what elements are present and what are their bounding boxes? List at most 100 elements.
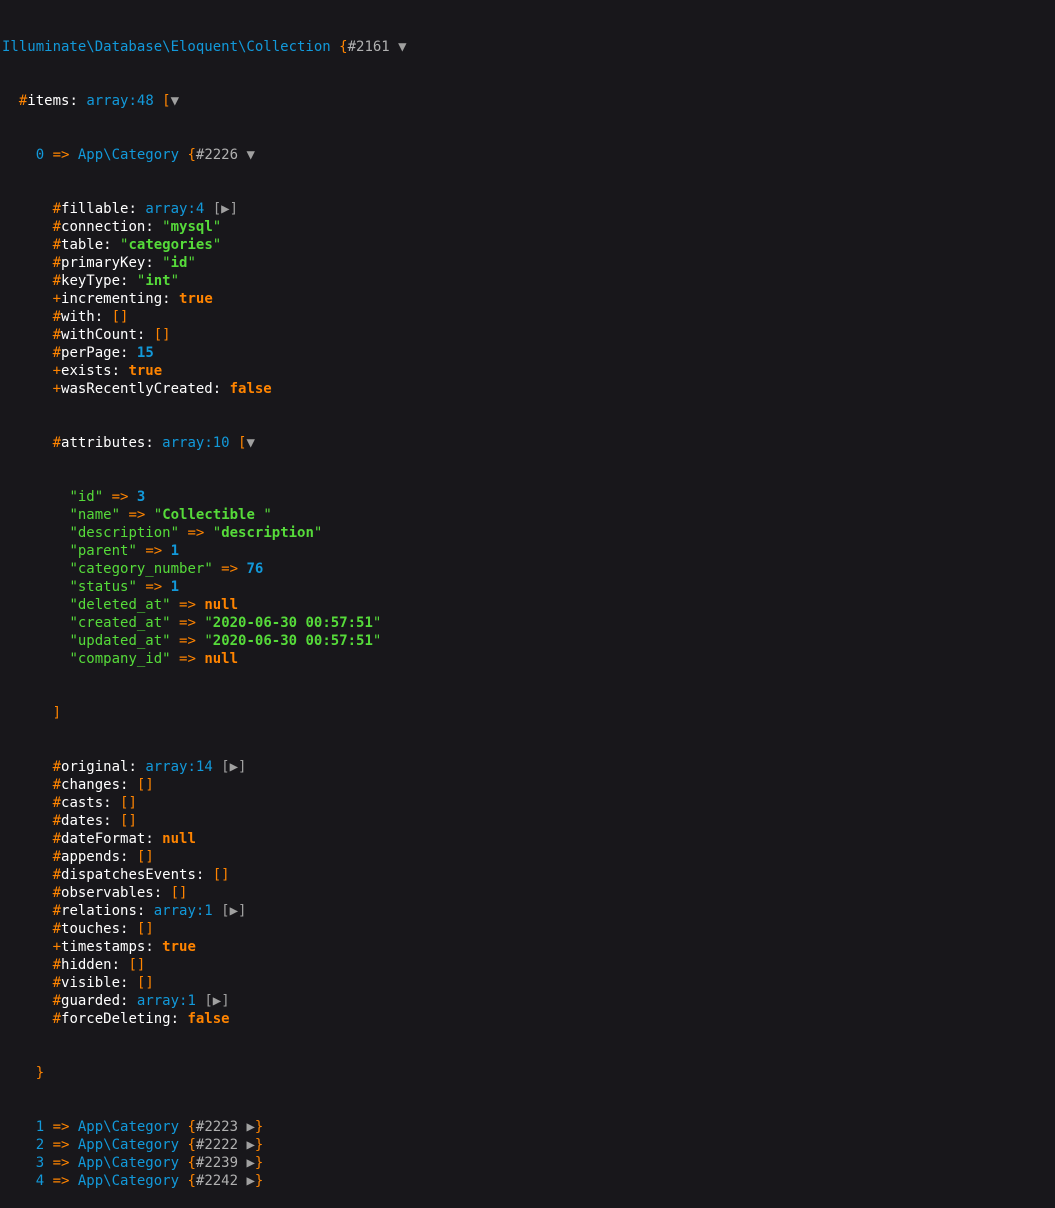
- attribute-key: company_id: [77, 651, 163, 667]
- property-timestamps: +timestamps: true: [52, 939, 196, 955]
- property-fillable-expand-toggle[interactable]: [▶]: [204, 201, 238, 217]
- property-name: with: [61, 309, 95, 325]
- attributes-entries: "id" => 3 "name" => "Collectible " "desc…: [2, 488, 407, 668]
- item-expand-toggle[interactable]: ▶: [238, 1119, 254, 1135]
- item-ref: #2239: [195, 1155, 239, 1171]
- collection-header: Illuminate\Database\Eloquent\Collection …: [2, 39, 407, 55]
- property-name: visible: [61, 975, 121, 991]
- attributes-collapse-toggle[interactable]: ▼: [246, 435, 254, 451]
- property-name: timestamps: [61, 939, 146, 955]
- item-class: App\Category: [77, 1155, 180, 1171]
- attribute-key: parent: [77, 543, 129, 559]
- attribute-status: "status" => 1: [69, 579, 180, 595]
- property-name: incrementing: [61, 291, 163, 307]
- item-ref: #2223: [195, 1119, 239, 1135]
- attribute-key: description: [77, 525, 171, 541]
- property-name: fillable: [61, 201, 129, 217]
- property-with-value: []: [111, 309, 129, 325]
- attribute-key: updated_at: [77, 633, 163, 649]
- property-fillable-type: array:4: [145, 201, 205, 217]
- item-expand-toggle[interactable]: ▶: [238, 1137, 254, 1153]
- attributes-type: array:10: [162, 435, 230, 451]
- property-relations-expand-toggle[interactable]: [▶]: [213, 903, 246, 919]
- attribute-deleted_at-value: null: [204, 597, 239, 613]
- property-name: observables: [61, 885, 154, 901]
- property-perPage: #perPage: 15: [52, 345, 154, 361]
- item-index: 4: [35, 1173, 45, 1189]
- property-changes: #changes: []: [52, 777, 154, 793]
- property-dates: #dates: []: [52, 813, 137, 829]
- model-properties-bottom: #original: array:14 [▶] #changes: [] #ca…: [2, 758, 407, 1028]
- collection-collapse-toggle[interactable]: ▼: [390, 39, 406, 55]
- collapsed-item-3: 3 => App\Category {#2239 ▶}: [35, 1155, 264, 1171]
- property-name: keyType: [61, 273, 121, 289]
- item-0-class: App\Category: [77, 147, 180, 163]
- property-name: withCount: [61, 327, 137, 343]
- property-hidden-value: []: [128, 957, 146, 973]
- attribute-parent: "parent" => 1: [69, 543, 180, 559]
- property-guarded-expand-toggle[interactable]: [▶]: [196, 993, 229, 1009]
- property-table: #table: "categories": [52, 237, 222, 253]
- items-collapse-toggle[interactable]: ▼: [171, 93, 179, 109]
- property-name: table: [61, 237, 104, 253]
- item-expand-toggle[interactable]: ▶: [238, 1155, 254, 1171]
- property-name: connection: [61, 219, 146, 235]
- attribute-description: "description" => "description": [69, 525, 323, 541]
- property-relations-type: array:1: [153, 903, 213, 919]
- property-name: casts: [61, 795, 104, 811]
- collapsed-items-list: 1 => App\Category {#2223 ▶} 2 => App\Cat…: [2, 1118, 407, 1190]
- attributes-header: #attributes: array:10 [▼: [52, 435, 255, 451]
- item-0-close: }: [35, 1065, 45, 1081]
- attribute-created_at-value: 2020-06-30 00:57:51: [212, 615, 373, 631]
- item-ref: #2242: [195, 1173, 239, 1189]
- attribute-description-value: description: [221, 525, 314, 541]
- property-name: changes: [61, 777, 121, 793]
- property-name: relations: [61, 903, 137, 919]
- property-fillable: #fillable: array:4 [▶]: [52, 201, 239, 217]
- property-primaryKey: #primaryKey: "id": [52, 255, 196, 271]
- property-perPage-value: 15: [136, 345, 154, 361]
- items-line: #items: array:48 [▼: [18, 93, 180, 109]
- items-label: items: [27, 93, 70, 109]
- property-name: perPage: [61, 345, 121, 361]
- item-expand-toggle[interactable]: ▶: [238, 1173, 254, 1189]
- property-casts-value: []: [120, 795, 137, 811]
- collection-class: Illuminate\Database\Eloquent\Collection: [2, 39, 331, 55]
- property-touches: #touches: []: [52, 921, 154, 937]
- property-original-expand-toggle[interactable]: [▶]: [213, 759, 246, 775]
- attribute-key: category_number: [77, 561, 205, 577]
- model-properties-top: #fillable: array:4 [▶] #connection: "mys…: [2, 200, 407, 398]
- attribute-category_number-value: 76: [246, 561, 264, 577]
- attribute-key: status: [77, 579, 129, 595]
- attribute-created_at: "created_at" => "2020-06-30 00:57:51": [69, 615, 382, 631]
- property-withCount: #withCount: []: [52, 327, 171, 343]
- property-casts: #casts: []: [52, 795, 137, 811]
- property-changes-value: []: [136, 777, 154, 793]
- item-index: 3: [35, 1155, 45, 1171]
- property-dateFormat-value: null: [162, 831, 196, 847]
- attribute-key: deleted_at: [77, 597, 163, 613]
- collapsed-item-4: 4 => App\Category {#2242 ▶}: [35, 1173, 264, 1189]
- item-0-collapse-toggle[interactable]: ▼: [238, 147, 254, 163]
- property-connection-value: mysql: [170, 219, 213, 235]
- item-class: App\Category: [77, 1173, 180, 1189]
- property-with: #with: []: [52, 309, 129, 325]
- attribute-company_id: "company_id" => null: [69, 651, 239, 667]
- attribute-category_number: "category_number" => 76: [69, 561, 264, 577]
- property-name: dates: [61, 813, 104, 829]
- property-observables: #observables: []: [52, 885, 188, 901]
- property-name: hidden: [61, 957, 112, 973]
- property-original-type: array:14: [145, 759, 213, 775]
- property-table-value: categories: [128, 237, 213, 253]
- attribute-status-value: 1: [170, 579, 180, 595]
- item-0-ref: #2226: [195, 147, 239, 163]
- property-timestamps-value: true: [162, 939, 196, 955]
- attribute-name: "name" => "Collectible ": [69, 507, 272, 523]
- property-visible: #visible: []: [52, 975, 154, 991]
- property-touches-value: []: [136, 921, 154, 937]
- attribute-updated_at: "updated_at" => "2020-06-30 00:57:51": [69, 633, 382, 649]
- attribute-parent-value: 1: [170, 543, 180, 559]
- attribute-key: id: [77, 489, 95, 505]
- property-name: exists: [61, 363, 112, 379]
- item-class: App\Category: [77, 1119, 180, 1135]
